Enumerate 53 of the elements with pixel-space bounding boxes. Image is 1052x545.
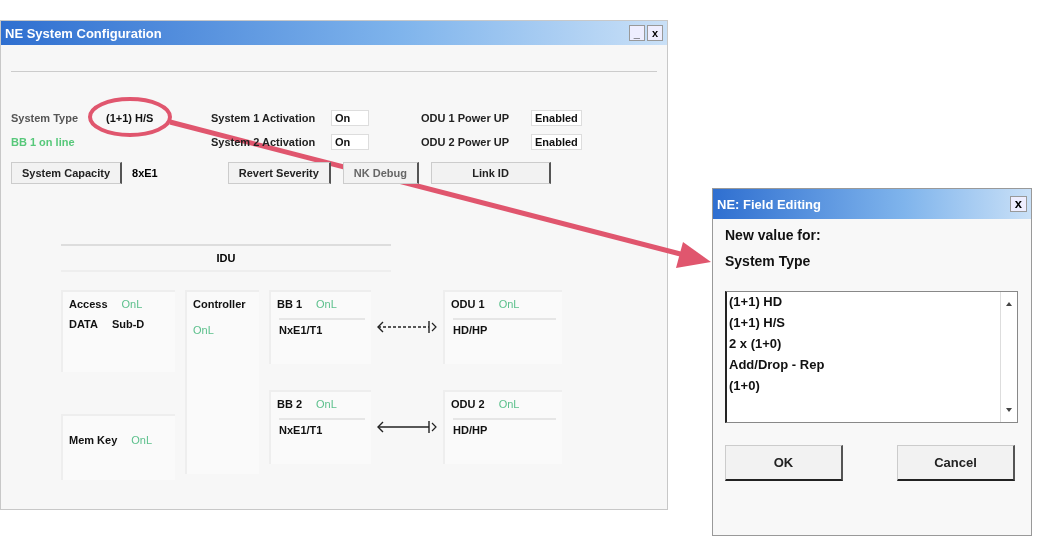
module-name: ODU 2 [451, 398, 485, 410]
module-status: OnL [121, 298, 143, 310]
module-name: Access [69, 298, 108, 310]
field-name: System Type [725, 253, 812, 269]
capacity-value: 8xE1 [132, 167, 158, 179]
field-value: (1+1) H/S [106, 112, 154, 124]
module-value: HD/HP [453, 418, 556, 436]
dialog-button[interactable]: Cancel [897, 445, 1015, 481]
prompt-text: New value for: [725, 227, 822, 243]
status-text: BB 1 on line [11, 136, 75, 148]
module-status: OnL [131, 434, 153, 446]
window-title: NE System Configuration [5, 25, 162, 41]
module-value: NxE1/T1 [279, 318, 365, 336]
field-label: ODU 2 Power UP [421, 136, 510, 148]
module-status: OnL [193, 324, 215, 336]
list-item[interactable]: 2 x (1+0) [729, 336, 998, 351]
module-status: OnL [316, 398, 337, 410]
module-name: ODU 1 [451, 298, 485, 310]
module-name: BB 2 [277, 398, 303, 410]
list-item[interactable]: (1+1) HD [729, 294, 998, 309]
toolbar-button[interactable]: NK Debug [342, 162, 420, 184]
module-status: OnL [498, 298, 520, 310]
field-label: System 1 Activation [211, 112, 316, 124]
toolbar-button[interactable]: Revert Severity [227, 162, 331, 184]
field-value: Enabled [531, 110, 582, 126]
list-item[interactable]: Add/Drop - Rep [729, 357, 998, 372]
scroll-up-icon[interactable] [1004, 300, 1014, 308]
module-value: NxE1/T1 [279, 418, 365, 436]
module-value: DATA [69, 318, 98, 330]
close-button[interactable]: x [646, 25, 663, 41]
minimize-button[interactable]: _ [628, 25, 645, 41]
close-button[interactable]: x [1009, 196, 1027, 212]
field-label: System Type [11, 112, 79, 124]
dialog-title: NE: Field Editing [717, 196, 821, 212]
scroll-down-icon[interactable] [1004, 406, 1014, 414]
field-value: On [331, 134, 369, 150]
dialog-button[interactable]: OK [725, 445, 843, 481]
module-name: Mem Key [69, 434, 118, 446]
field-label: ODU 1 Power UP [421, 112, 510, 124]
module-name: Controller [193, 298, 247, 310]
toolbar-button[interactable]: Link ID [431, 162, 552, 184]
list-item[interactable]: (1+1) H/S [729, 315, 998, 330]
module-value: HD/HP [453, 318, 556, 336]
group-title: IDU [216, 252, 236, 264]
list-item[interactable]: (1+0) [729, 378, 998, 393]
module-value: Sub-D [111, 318, 145, 330]
field-value: Enabled [531, 134, 582, 150]
module-status: OnL [316, 298, 337, 310]
system-capacity-button[interactable]: System Capacity [11, 162, 123, 184]
module-status: OnL [498, 398, 520, 410]
options-list[interactable]: (1+1) HD (1+1) H/S 2 x (1+0) Add/Drop - Rep (1+0) [725, 291, 1018, 423]
module-name: BB 1 [277, 298, 303, 310]
field-value: On [331, 110, 369, 126]
